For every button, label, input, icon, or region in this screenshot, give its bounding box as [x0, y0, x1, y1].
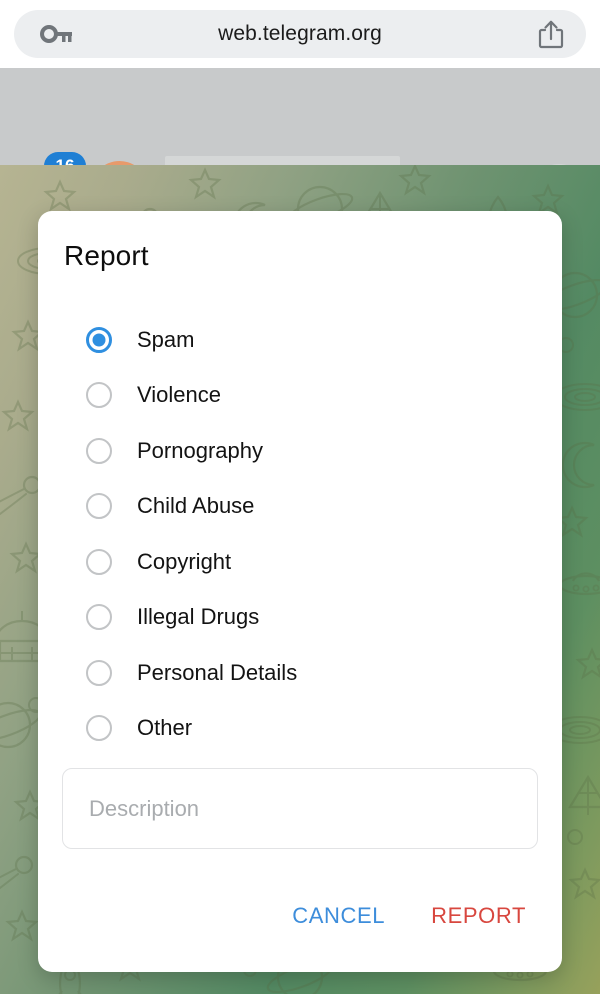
browser-url-bar: web.telegram.org: [0, 0, 600, 68]
report-option-pornography[interactable]: Pornography: [38, 423, 562, 479]
chat-header: 16 T last seen recently: [0, 68, 600, 218]
report-button[interactable]: REPORT: [429, 897, 528, 935]
cancel-button[interactable]: CANCEL: [290, 897, 387, 935]
radio-icon[interactable]: [86, 659, 112, 686]
report-option-spam[interactable]: Spam: [38, 312, 562, 368]
description-input[interactable]: Description: [62, 768, 538, 849]
radio-icon[interactable]: [86, 548, 112, 575]
radio-icon[interactable]: [86, 437, 112, 464]
description-placeholder: Description: [89, 795, 200, 821]
report-option-child-abuse[interactable]: Child Abuse: [38, 479, 562, 535]
dialog-actions: CANCEL REPORT: [38, 897, 562, 935]
radio-icon[interactable]: [86, 604, 112, 631]
report-option-personal-details[interactable]: Personal Details: [38, 645, 562, 701]
page-title: Report: [64, 240, 149, 271]
share-icon[interactable]: [538, 19, 564, 49]
report-option-label: Copyright: [137, 548, 232, 574]
report-dialog: Report Spam Violence Pornography Child A…: [38, 211, 562, 972]
screen: web.telegram.org 16 T last seen recently: [0, 0, 600, 994]
report-option-other[interactable]: Other: [38, 701, 562, 757]
url-text: web.telegram.org: [218, 22, 382, 45]
report-option-label: Violence: [137, 382, 221, 408]
report-option-label: Personal Details: [137, 659, 298, 685]
report-option-label: Pornography: [137, 437, 263, 463]
report-option-label: Spam: [137, 326, 195, 352]
url-pill[interactable]: web.telegram.org: [14, 10, 586, 58]
radio-icon[interactable]: [86, 715, 112, 742]
radio-icon[interactable]: [86, 493, 112, 520]
report-option-label: Other: [137, 715, 193, 741]
report-option-label: Child Abuse: [137, 493, 255, 519]
report-options-list: Spam Violence Pornography Child Abuse Co…: [38, 312, 562, 756]
report-option-copyright[interactable]: Copyright: [38, 534, 562, 590]
report-option-label: Illegal Drugs: [137, 604, 260, 630]
report-option-violence[interactable]: Violence: [38, 368, 562, 424]
radio-icon[interactable]: [86, 326, 112, 353]
report-option-illegal-drugs[interactable]: Illegal Drugs: [38, 590, 562, 646]
radio-icon[interactable]: [86, 382, 112, 409]
